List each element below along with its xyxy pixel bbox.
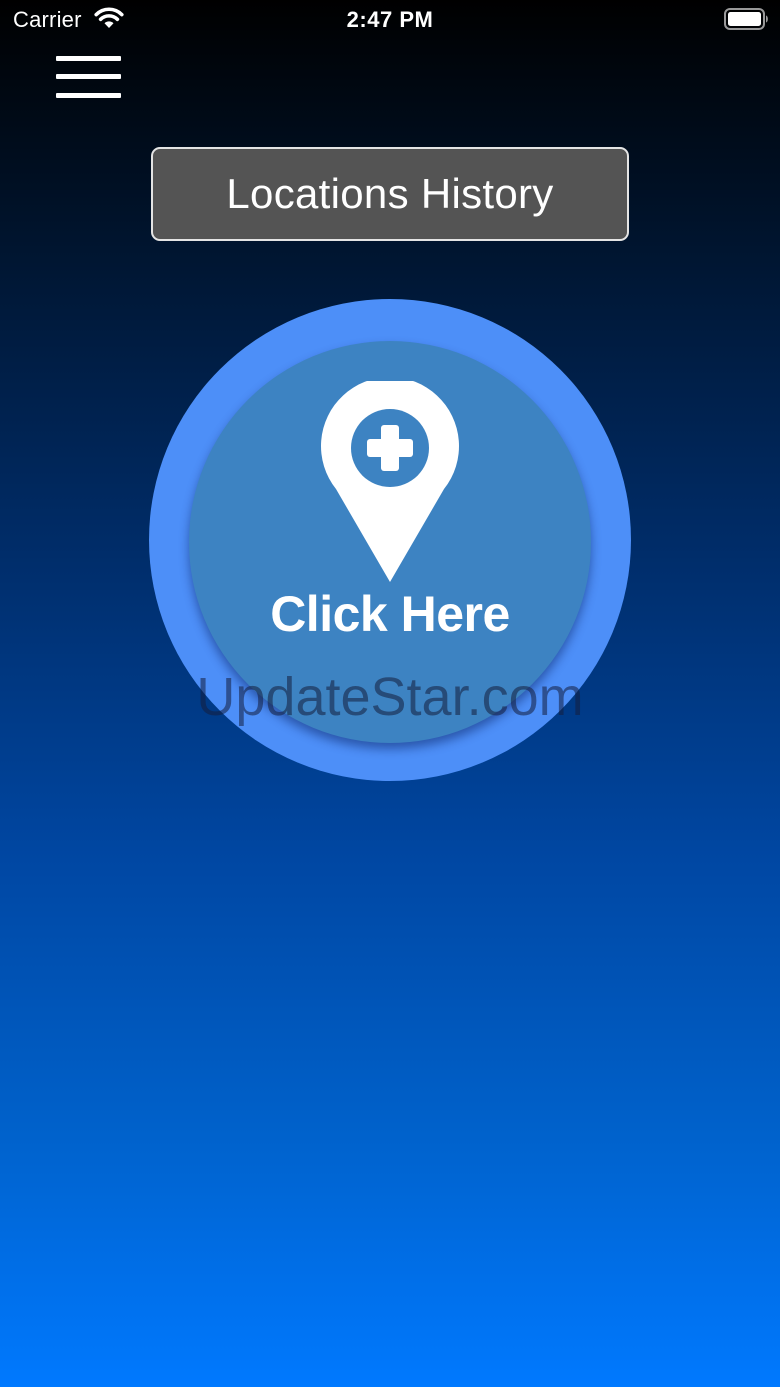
watermark-text: UpdateStar.com (196, 667, 584, 727)
status-time: 2:47 PM (346, 7, 434, 32)
locations-history-button[interactable]: Locations History (151, 147, 629, 241)
battery-icon (724, 8, 770, 30)
status-bar: Carrier 2:47 PM (0, 0, 780, 40)
menu-bar-line (56, 93, 121, 98)
menu-bar-line (56, 56, 121, 61)
map-pin-plus-icon (319, 377, 461, 583)
locations-history-label: Locations History (226, 170, 554, 217)
hamburger-menu-icon[interactable] (54, 54, 124, 104)
menu-bar-line (56, 74, 121, 79)
click-here-label[interactable]: Click Here (189, 584, 591, 644)
